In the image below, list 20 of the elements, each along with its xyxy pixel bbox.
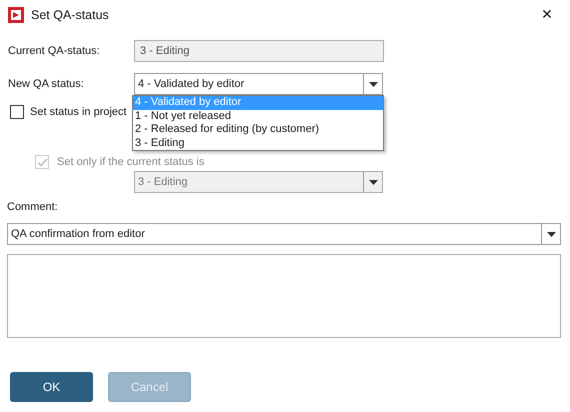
caret-icon: [546, 232, 556, 236]
checkbox-label: Set only if the current status is: [57, 156, 204, 168]
dropdown-option[interactable]: 2 - Released for editing (by customer): [133, 123, 383, 136]
dropdown-option[interactable]: 3 - Editing: [133, 136, 383, 150]
field-label: Comment:: [7, 201, 58, 213]
window-title: Set QA-status: [31, 8, 110, 22]
comment-text-area[interactable]: [7, 254, 561, 338]
app-icon: [8, 7, 24, 23]
caret-icon: [368, 82, 378, 86]
dropdown-option[interactable]: 1 - Not yet released: [133, 110, 383, 123]
close-button[interactable]: ✕: [524, 0, 570, 30]
checkbox-label: Set status in project: [30, 106, 127, 118]
status-dropdown[interactable]: 4 - Validated by editor: [134, 73, 383, 95]
comment-dropdown[interactable]: QA confirmation from editor: [7, 223, 561, 245]
dialog-button[interactable]: OK: [10, 372, 93, 402]
checkbox[interactable]: [10, 105, 24, 119]
field-label: New QA status:: [7, 78, 85, 90]
field-label: Current QA-status:: [7, 45, 101, 57]
caret-icon: [368, 180, 378, 184]
check-icon: [36, 158, 48, 166]
